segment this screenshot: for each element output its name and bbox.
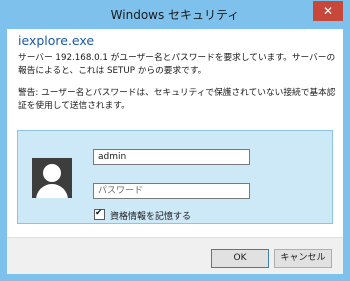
user-avatar-icon: [32, 158, 72, 198]
dialog-body: iexplore.exe サーバー 192.168.0.1 がユーザー名とパスワ…: [7, 29, 343, 274]
username-input[interactable]: admin: [93, 149, 250, 165]
cancel-button[interactable]: キャンセル: [274, 249, 332, 268]
button-bar: OK キャンセル: [7, 237, 343, 274]
app-name: iexplore.exe: [18, 33, 95, 48]
checkbox-box[interactable]: ✔: [94, 208, 105, 220]
close-button[interactable]: ✕: [313, 1, 343, 21]
checkmark-icon: ✔: [95, 208, 103, 218]
server-message: サーバー 192.168.0.1 がユーザー名とパスワードを要求しています。サー…: [18, 53, 336, 76]
remember-credentials-checkbox[interactable]: ✔ 資格情報を記憶する: [94, 208, 192, 222]
credential-tile: admin パスワード ✔ 資格情報を記憶する: [17, 130, 333, 224]
ok-button[interactable]: OK: [211, 249, 269, 268]
password-input[interactable]: パスワード: [93, 183, 250, 199]
security-dialog: Windows セキュリティ ✕ iexplore.exe サーバー 192.1…: [0, 0, 350, 281]
window-title: Windows セキュリティ: [110, 8, 240, 22]
warning-message: 警告: ユーザー名とパスワードは、セキュリティで保護されていない接続で基本認証を…: [18, 88, 336, 111]
title-bar[interactable]: Windows セキュリティ ✕: [0, 0, 350, 29]
remember-label: 資格情報を記憶する: [110, 212, 192, 222]
